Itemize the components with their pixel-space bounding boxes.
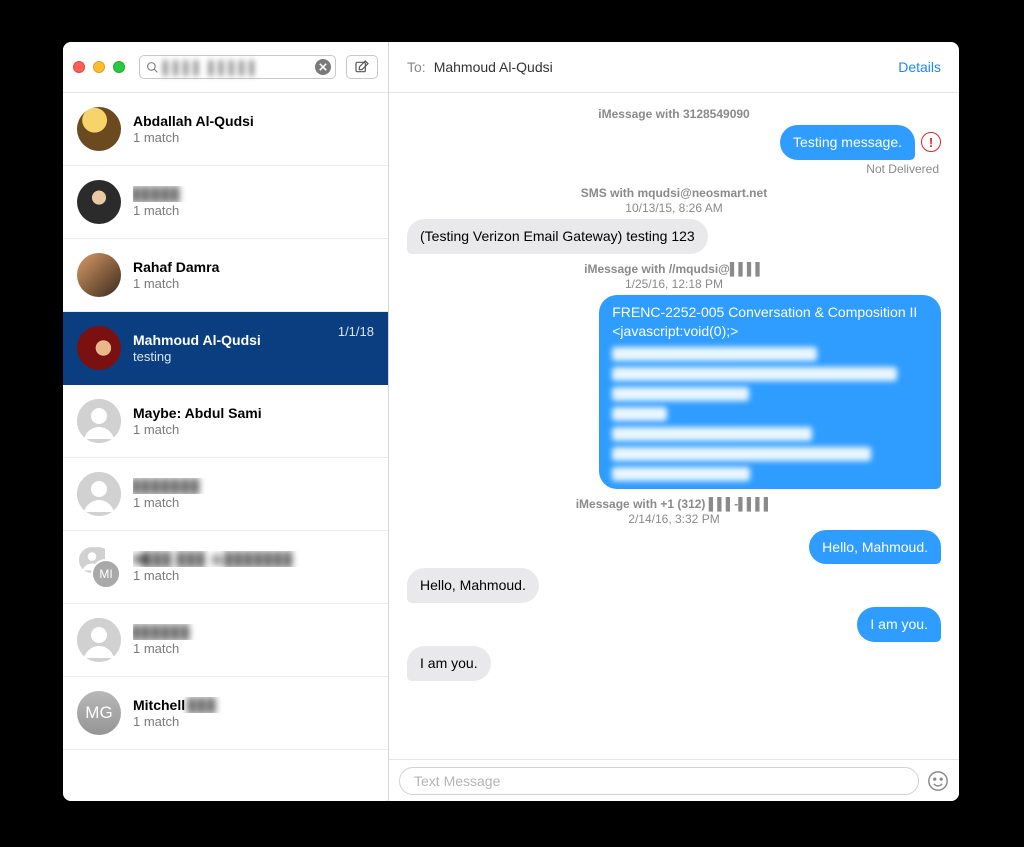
window-controls <box>73 61 125 73</box>
conversation-row[interactable]: ▌▌▌▌▌1 match <box>63 166 388 239</box>
outgoing-message-bubble[interactable]: FRENC-2252-005 Conversation & Compositio… <box>599 295 941 489</box>
compose-button[interactable] <box>346 55 378 79</box>
search-icon <box>146 61 159 74</box>
message-input[interactable]: Text Message <box>399 767 919 795</box>
clear-search-button[interactable] <box>315 59 331 75</box>
conversation-preview: 1 match <box>133 276 374 291</box>
incoming-message-bubble[interactable]: Hello, Mahmoud. <box>407 568 539 603</box>
avatar <box>77 472 121 516</box>
message-row: FRENC-2252-005 Conversation & Compositio… <box>389 293 959 491</box>
conversation-name: Abdallah Al-Qudsi <box>133 113 374 129</box>
conversation-preview: 1 match <box>133 568 374 583</box>
conversation-row[interactable]: Mahmoud Al-Qudsitesting 1/1/18 <box>63 312 388 385</box>
titlebar: ▌▌▌▌ ▌▌▌▌▌ <box>63 42 388 93</box>
minimize-window-button[interactable] <box>93 61 105 73</box>
thread-meta: iMessage with +1 (312) ▌▌▌-▌▌▌▌2/14/16, … <box>389 497 959 526</box>
avatar: MI <box>77 545 121 589</box>
conversation-name: Mahmoud Al-Qudsi <box>133 332 326 348</box>
message-thread: iMessage with 3128549090 Testing message.… <box>389 93 959 759</box>
conversation-preview: 1 match <box>133 641 374 656</box>
search-value: ▌▌▌▌ ▌▌▌▌▌ <box>163 60 260 75</box>
conversation-row[interactable]: ▌▌▌▌▌▌1 match <box>63 604 388 677</box>
composer: Text Message <box>389 759 959 801</box>
conversation-preview: 1 match <box>133 422 374 437</box>
incoming-message-bubble[interactable]: I am you. <box>407 646 491 681</box>
conversation-preview: 1 match <box>133 203 374 218</box>
message-input-placeholder: Text Message <box>414 773 500 789</box>
close-icon <box>319 63 327 71</box>
conversation-name: ▌▌▌▌▌▌▌ <box>133 478 374 494</box>
conversation-name: ▌▌▌▌▌ <box>133 186 374 202</box>
conversation-preview: testing <box>133 349 326 364</box>
conversation-preview: 1 match <box>133 714 374 729</box>
conversation-header: To: Mahmoud Al-Qudsi Details <box>389 42 959 93</box>
incoming-message-bubble[interactable]: (Testing Verizon Email Gateway) testing … <box>407 219 708 254</box>
conversation-name: ▌▌▌▌▌▌ <box>133 624 374 640</box>
conversation-row[interactable]: ▌▌▌▌▌▌▌1 match <box>63 458 388 531</box>
delivery-status: Not Delivered <box>407 162 941 176</box>
outgoing-message-bubble[interactable]: Hello, Mahmoud. <box>809 530 941 565</box>
message-row: Hello, Mahmoud. <box>389 528 959 567</box>
avatar <box>77 180 121 224</box>
conversation-preview: 1 match <box>133 130 374 145</box>
conversation-list: Abdallah Al-Qudsi1 match▌▌▌▌▌1 matchRaha… <box>63 93 388 801</box>
avatar <box>77 107 121 151</box>
avatar <box>77 399 121 443</box>
outgoing-message-bubble[interactable]: I am you. <box>857 607 941 642</box>
conversation-view: To: Mahmoud Al-Qudsi Details iMessage wi… <box>389 42 959 801</box>
delivery-failed-icon[interactable]: ! <box>921 132 941 152</box>
avatar <box>77 253 121 297</box>
search-input[interactable]: ▌▌▌▌ ▌▌▌▌▌ <box>139 55 336 79</box>
sidebar: ▌▌▌▌ ▌▌▌▌▌ Abdallah Al-Qudsi1 match▌▌▌▌▌… <box>63 42 389 801</box>
message-row: (Testing Verizon Email Gateway) testing … <box>389 217 959 256</box>
thread-meta: SMS with mqudsi@neosmart.net10/13/15, 8:… <box>389 186 959 215</box>
to-label: To: <box>407 59 426 75</box>
avatar <box>77 326 121 370</box>
zoom-window-button[interactable] <box>113 61 125 73</box>
avatar: MG <box>77 691 121 735</box>
conversation-name: Rahaf Damra <box>133 259 374 275</box>
avatar <box>77 618 121 662</box>
conversation-row[interactable]: MG Mitchell ▌▌▌1 match <box>63 677 388 750</box>
conversation-name: Mitchell ▌▌▌ <box>133 697 374 713</box>
close-window-button[interactable] <box>73 61 85 73</box>
message-thread-scroll[interactable]: iMessage with 3128549090 Testing message.… <box>389 93 959 759</box>
conversation-row[interactable]: Abdallah Al-Qudsi1 match <box>63 93 388 166</box>
thread-meta: iMessage with //mqudsi@▌▌▌▌1/25/16, 12:1… <box>389 262 959 291</box>
conversation-row[interactable]: Maybe: Abdul Sami1 match <box>63 385 388 458</box>
outgoing-message-bubble[interactable]: Testing message. <box>780 125 915 160</box>
messages-window: ▌▌▌▌ ▌▌▌▌▌ Abdallah Al-Qudsi1 match▌▌▌▌▌… <box>63 42 959 801</box>
details-button[interactable]: Details <box>898 59 941 75</box>
conversation-name: Maybe: Abdul Sami <box>133 405 374 421</box>
compose-icon <box>354 59 370 75</box>
conversation-preview: 1 match <box>133 495 374 510</box>
recipient-name: Mahmoud Al-Qudsi <box>434 59 899 75</box>
message-row: I am you. <box>389 605 959 644</box>
thread-meta: iMessage with 3128549090 <box>389 107 959 121</box>
conversation-list-scroll[interactable]: Abdallah Al-Qudsi1 match▌▌▌▌▌1 matchRaha… <box>63 93 388 801</box>
conversation-date: 1/1/18 <box>338 324 374 339</box>
message-row: I am you. <box>389 644 959 683</box>
conversation-row[interactable]: MI M▌▌▌ ▌▌▌ & ▌▌▌▌▌▌▌1 match <box>63 531 388 604</box>
message-row: Hello, Mahmoud. <box>389 566 959 605</box>
conversation-name: M▌▌▌ ▌▌▌ & ▌▌▌▌▌▌▌ <box>133 551 374 567</box>
conversation-row[interactable]: Rahaf Damra1 match <box>63 239 388 312</box>
emoji-picker-button[interactable] <box>927 770 949 792</box>
message-row: Testing message.! <box>389 123 959 162</box>
